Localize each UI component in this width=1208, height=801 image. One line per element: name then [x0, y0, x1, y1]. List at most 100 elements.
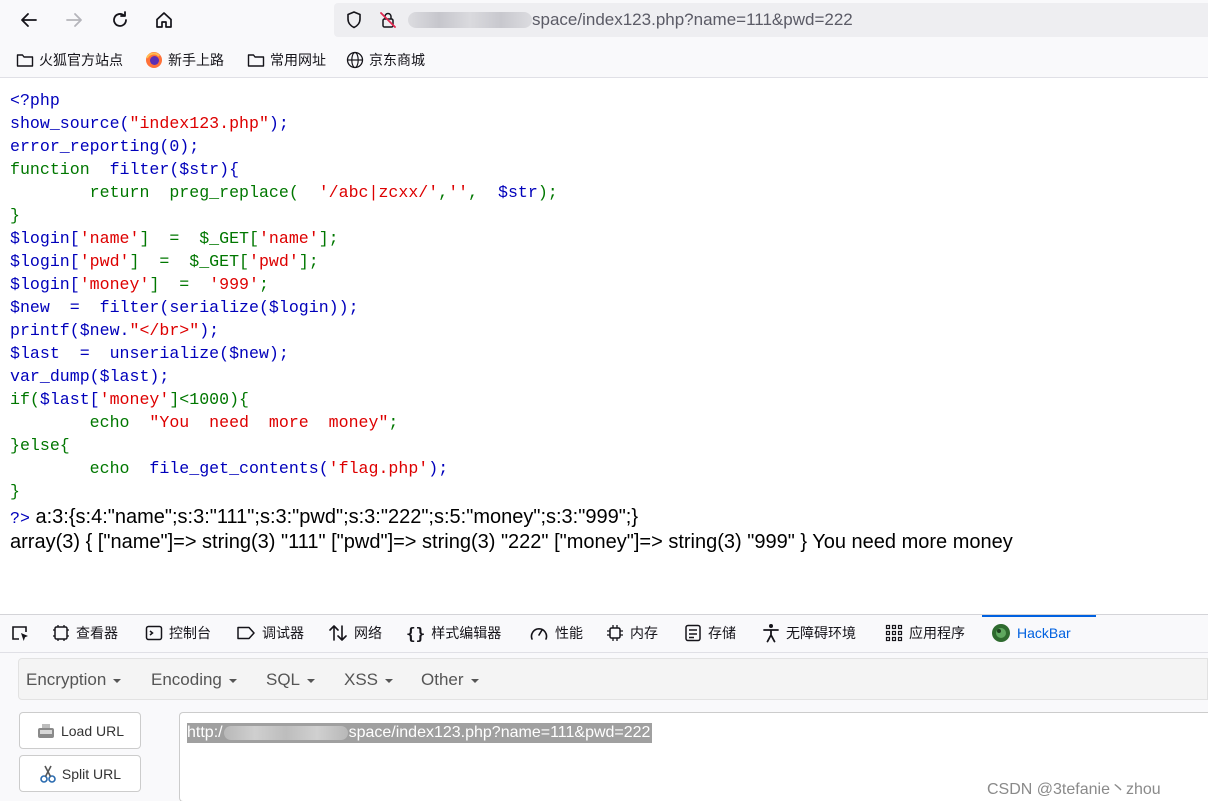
devtools-tabbar: 查看器 控制台 调试器 网络 {} 样式编辑器 性能 内存 存储 无障碍环境 应… — [0, 615, 1208, 653]
code-line: $new = filter(serialize($login)); — [10, 298, 359, 317]
back-button[interactable] — [13, 4, 45, 36]
forward-arrow-icon — [66, 13, 82, 27]
caret-down-icon — [228, 679, 237, 683]
tab-label: 应用程序 — [909, 625, 965, 641]
tab-label: 控制台 — [169, 625, 211, 641]
tab-inspector[interactable]: 查看器 — [52, 623, 118, 643]
network-icon — [329, 625, 347, 641]
code-line: $login['name'] = $_GET['name']; — [10, 229, 339, 248]
caret-down-icon — [113, 679, 122, 683]
tab-application[interactable]: 应用程序 — [885, 623, 965, 643]
tab-console[interactable]: 控制台 — [145, 623, 211, 643]
menu-label: Encryption — [26, 670, 107, 689]
serialized-output: ?> a:3:{s:4:"name";s:3:"111";s:3:"pwd";s… — [10, 506, 638, 529]
url-redacted-host — [223, 726, 348, 740]
code-line: if($last['money']<1000){ — [10, 390, 250, 409]
url-redacted-host — [408, 12, 532, 28]
code-line: var_dump($last); — [10, 367, 170, 386]
selected-url-text: http:/ space/index123.php?name=111&pwd=2… — [187, 723, 653, 743]
devtools-panel: 查看器 控制台 调试器 网络 {} 样式编辑器 性能 内存 存储 无障碍环境 应… — [0, 614, 1208, 801]
code-line: error_reporting(0); — [10, 137, 200, 156]
menu-sql[interactable]: SQL — [266, 670, 316, 690]
tab-memory[interactable]: 内存 — [606, 623, 658, 643]
folder-icon — [16, 54, 34, 67]
browser-navbar: space/index123.php?name=111&pwd=222 — [0, 0, 1208, 40]
tab-network[interactable]: 网络 — [328, 623, 382, 643]
bookmark-getting-started[interactable]: 新手上路 — [145, 50, 224, 70]
tab-hackbar[interactable]: HackBar — [991, 623, 1071, 643]
code-line: $last = unserialize($new); — [10, 344, 289, 363]
tab-accessibility[interactable]: 无障碍环境 — [762, 623, 856, 643]
tab-debugger[interactable]: 调试器 — [236, 623, 304, 643]
bookmark-firefox-official[interactable]: 火狐官方站点 — [16, 50, 123, 70]
watermark: CSDN @3tefanie丶zhou — [987, 781, 1161, 798]
app-grid-icon — [885, 624, 903, 642]
address-bar[interactable]: space/index123.php?name=111&pwd=222 — [334, 3, 1208, 37]
tab-label: 无障碍环境 — [786, 625, 856, 641]
insecure-lock-icon — [380, 12, 396, 28]
bookmark-label: 京东商城 — [369, 52, 425, 68]
console-icon — [145, 625, 163, 641]
code-line: $login['pwd'] = $_GET['pwd']; — [10, 252, 319, 271]
reload-button[interactable] — [104, 4, 136, 36]
picker-icon — [12, 626, 28, 641]
home-icon — [156, 12, 172, 28]
caret-down-icon — [470, 679, 479, 683]
bookmarks-toolbar: 火狐官方站点 新手上路 常用网址 京东商城 — [0, 40, 1208, 78]
tab-label: 存储 — [708, 625, 736, 641]
code-line: <?php — [10, 91, 60, 110]
code-line: function filter($str){ — [10, 160, 240, 179]
button-label: Load URL — [60, 722, 125, 739]
tab-label: 调试器 — [262, 625, 304, 641]
menu-encoding[interactable]: Encoding — [151, 670, 237, 690]
tab-storage[interactable]: 存储 — [684, 623, 736, 643]
active-tab-indicator — [982, 615, 1096, 617]
braces-icon: {} — [406, 623, 426, 643]
menu-encryption[interactable]: Encryption — [26, 670, 122, 690]
menu-other[interactable]: Other — [421, 670, 479, 690]
tab-performance[interactable]: 性能 — [529, 623, 583, 643]
bookmark-label: 常用网址 — [270, 52, 326, 68]
split-url-button[interactable]: Split URL — [19, 755, 141, 792]
scissors-icon — [40, 765, 56, 783]
forward-button[interactable] — [58, 4, 90, 36]
menu-label: SQL — [266, 670, 301, 689]
home-button[interactable] — [148, 4, 180, 36]
serialized-string: a:3:{s:4:"name";s:3:"111";s:3:"pwd";s:3:… — [35, 506, 639, 528]
load-url-button[interactable]: Load URL — [19, 712, 141, 749]
folder-icon — [247, 54, 265, 67]
gauge-icon — [530, 628, 548, 640]
tab-label: 网络 — [354, 625, 382, 641]
reload-icon — [113, 11, 127, 27]
hackbar-menu: Encryption Encoding SQL XSS Other — [18, 658, 1208, 700]
load-url-icon — [37, 723, 54, 738]
tab-label: HackBar — [1017, 625, 1071, 641]
debugger-icon — [237, 626, 255, 640]
tab-label: 样式编辑器 — [431, 625, 502, 641]
globe-icon — [346, 51, 364, 69]
menu-label: Other — [421, 670, 464, 689]
tab-style-editor[interactable]: {} 样式编辑器 — [406, 623, 501, 643]
code-line: echo file_get_contents('flag.php'); — [10, 459, 449, 478]
shield-icon — [347, 11, 361, 29]
menu-label: Encoding — [151, 670, 222, 689]
hackbar-logo-icon — [992, 624, 1010, 642]
php-source-listing: <?php show_source("index123.php"); error… — [10, 89, 558, 503]
bookmark-jd[interactable]: 京东商城 — [346, 50, 425, 70]
bookmark-common-sites[interactable]: 常用网址 — [247, 50, 326, 70]
caret-down-icon — [385, 679, 394, 683]
inspector-icon — [53, 625, 69, 641]
code-line: } — [10, 482, 20, 501]
code-line: $login['money'] = '999'; — [10, 275, 269, 294]
php-close-tag: ?> — [10, 509, 30, 528]
element-picker-button[interactable] — [10, 623, 36, 643]
storage-icon — [685, 624, 701, 642]
code-line: echo "You need more money"; — [10, 413, 399, 432]
tab-label: 查看器 — [76, 625, 118, 641]
menu-label: XSS — [344, 670, 379, 689]
bookmark-label: 火狐官方站点 — [39, 52, 123, 68]
tab-label: 性能 — [555, 625, 583, 641]
url-prefix: http:/ — [187, 724, 223, 741]
url-text: space/index123.php?name=111&pwd=222 — [532, 10, 853, 29]
menu-xss[interactable]: XSS — [344, 670, 394, 690]
